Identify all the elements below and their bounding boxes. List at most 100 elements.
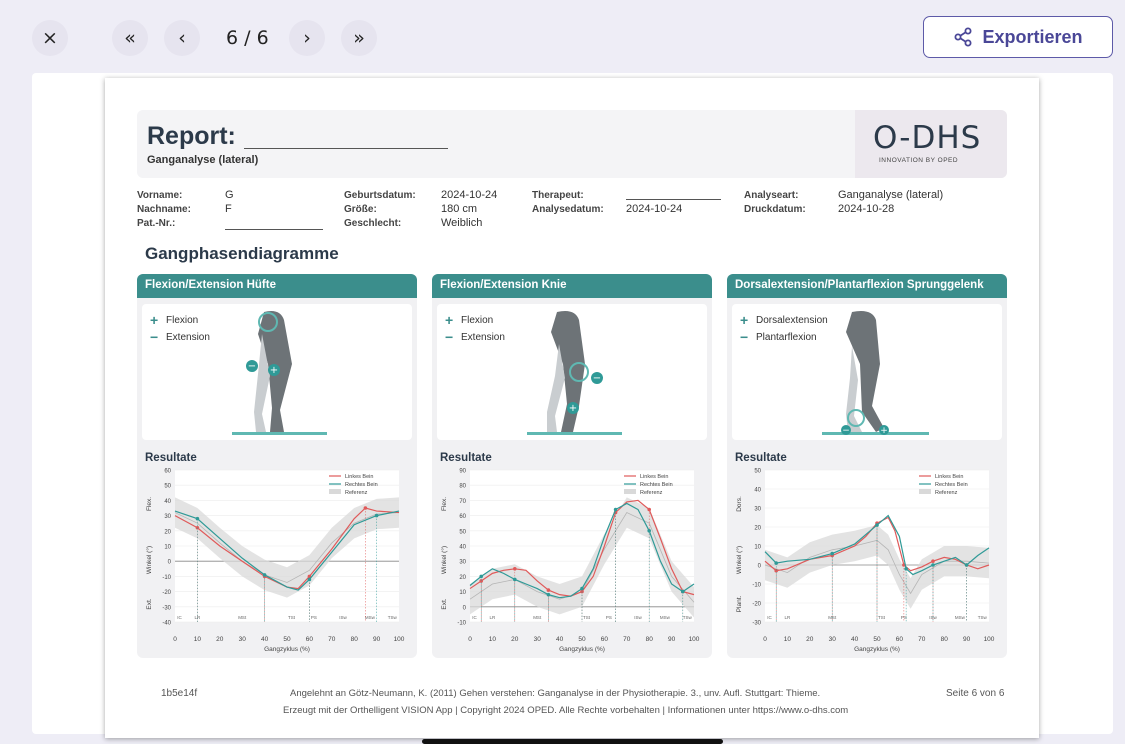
- phase-label: LR: [785, 615, 792, 620]
- y-tick-label: -10: [752, 583, 761, 589]
- close-button[interactable]: ×: [32, 20, 68, 56]
- legend-minus-label: Plantarflexion: [756, 331, 817, 343]
- phase-label: ISw: [634, 615, 642, 620]
- legend-minus-label: Extension: [461, 331, 505, 343]
- report-header: Report: Ganganalyse (lateral) O-DHS INNO…: [137, 110, 1007, 178]
- legend-right-label: Rechtes Bein: [345, 482, 378, 488]
- data-point: [479, 574, 483, 579]
- y-tick-label: 50: [754, 469, 761, 475]
- phase-label: TSw: [683, 615, 693, 620]
- phase-label: LR: [195, 615, 202, 620]
- previous-page-button[interactable]: ‹: [164, 20, 200, 56]
- panel-ankle: Dorsalextension/Plantarflexion Sprunggel…: [727, 274, 1007, 658]
- y-axis-top-label: Dors.: [736, 496, 743, 512]
- y-tick-label: 30: [164, 514, 171, 520]
- phase-label: ISw: [339, 615, 347, 620]
- x-tick-label: 30: [829, 636, 837, 643]
- double-chevron-right-icon: »: [353, 27, 365, 49]
- knee-angle-chart: -10 0 10 20 30 40 50 60 70 80 90 0 10 20 30 40 50 60 70 80 9…: [440, 469, 700, 654]
- y-tick-label: 90: [459, 469, 466, 475]
- analyseart-value: Ganganalyse (lateral): [838, 189, 944, 201]
- leg-figure-icon: − +: [232, 311, 327, 435]
- x-tick-label: 70: [918, 636, 926, 643]
- y-tick-label: 10: [164, 545, 171, 551]
- report-title-line: [244, 148, 448, 149]
- export-label: Exportieren: [982, 26, 1083, 47]
- geschlecht-value: Weiblich: [441, 217, 483, 229]
- panel-hip: Flexion/Extension Hüfte + Flexion − Extens…: [137, 274, 417, 658]
- vorname-label: Vorname:: [137, 190, 183, 201]
- phase-label: LR: [490, 615, 497, 620]
- y-tick-label: 0: [758, 564, 762, 570]
- resultate-heading: Resultate: [735, 452, 787, 464]
- geburtsdatum-value: 2024-10-24: [441, 189, 498, 201]
- home-indicator: [422, 739, 723, 744]
- report-subtitle: Ganganalyse (lateral): [147, 154, 259, 166]
- report-page: Report: Ganganalyse (lateral) O-DHS INNO…: [105, 78, 1039, 738]
- first-page-button[interactable]: «: [112, 20, 148, 56]
- minus-icon: −: [150, 329, 159, 345]
- nachname-value: F: [225, 203, 232, 215]
- x-tick-label: 10: [194, 636, 202, 643]
- legend-ref-swatch: [329, 489, 341, 494]
- x-tick-label: 40: [261, 636, 269, 643]
- x-tick-label: 60: [896, 636, 904, 643]
- viewer-toolbar: × « ‹ 6 / 6 › » Exportieren: [0, 0, 1125, 78]
- therapeut-label: Therapeut:: [532, 190, 584, 201]
- y-tick-label: 40: [164, 499, 171, 505]
- x-tick-label: 70: [623, 636, 631, 643]
- data-point: [830, 551, 834, 556]
- svg-text:−: −: [248, 361, 256, 372]
- phase-label: PS: [606, 615, 612, 620]
- y-tick-label: 20: [459, 575, 466, 581]
- y-tick-label: 50: [164, 484, 171, 490]
- phase-label: IC: [767, 615, 772, 620]
- legend-left-label: Linkes Bein: [935, 474, 963, 480]
- data-point: [580, 586, 584, 591]
- last-page-button[interactable]: »: [341, 20, 377, 56]
- data-point: [875, 523, 879, 527]
- resultate-heading: Resultate: [440, 452, 492, 464]
- plus-icon: +: [445, 312, 454, 328]
- legend-plus-label: Flexion: [166, 314, 199, 326]
- next-page-button[interactable]: ›: [289, 20, 325, 56]
- phase-label: TSw: [388, 615, 398, 620]
- x-tick-label: 10: [489, 636, 497, 643]
- x-tick-label: 0: [763, 636, 767, 643]
- panel-title: Dorsalextension/Plantarflexion Sprunggel…: [727, 274, 1007, 298]
- y-tick-label: 60: [459, 514, 466, 520]
- patnr-blank: [225, 229, 323, 230]
- y-axis-label: Winkel (°): [145, 546, 153, 574]
- groesse-label: Größe:: [344, 204, 377, 215]
- phase-label: MSt: [533, 615, 542, 620]
- svg-text:+: +: [569, 403, 577, 414]
- data-point: [374, 513, 379, 518]
- phase-label: IC: [472, 615, 477, 620]
- illustration-box: + Flexion − Extension − +: [437, 304, 707, 440]
- legend-plus: + Dorsalextension: [740, 312, 828, 328]
- illustration-box: + Dorsalextension − Plantarflexion − +: [732, 304, 1002, 440]
- data-point: [546, 588, 551, 592]
- y-tick-label: -30: [752, 621, 761, 627]
- footer-code: 1b5e14f: [161, 688, 198, 699]
- footer-page-number: Seite 6 von 6: [946, 688, 1005, 699]
- legend-ref-label: Referenz: [640, 490, 663, 496]
- x-tick-label: 20: [511, 636, 519, 643]
- nachname-label: Nachname:: [137, 204, 191, 215]
- data-point: [613, 507, 618, 512]
- panel-knee: Flexion/Extension Knie + Flexion − Extensi…: [432, 274, 712, 658]
- svg-text:+: +: [880, 426, 888, 436]
- phase-label: MSt: [238, 615, 247, 620]
- y-tick-label: 20: [754, 526, 761, 532]
- x-tick-label: 80: [351, 636, 359, 643]
- y-tick-label: 10: [754, 545, 761, 551]
- export-button[interactable]: Exportieren: [923, 16, 1113, 58]
- data-point: [195, 516, 200, 521]
- x-tick-label: 90: [668, 636, 676, 643]
- y-tick-label: 10: [459, 590, 466, 596]
- data-point: [647, 507, 651, 512]
- y-tick-label: 0: [168, 560, 172, 566]
- x-tick-label: 90: [963, 636, 971, 643]
- svg-text:+: +: [270, 365, 278, 376]
- legend-left-label: Linkes Bein: [640, 474, 668, 480]
